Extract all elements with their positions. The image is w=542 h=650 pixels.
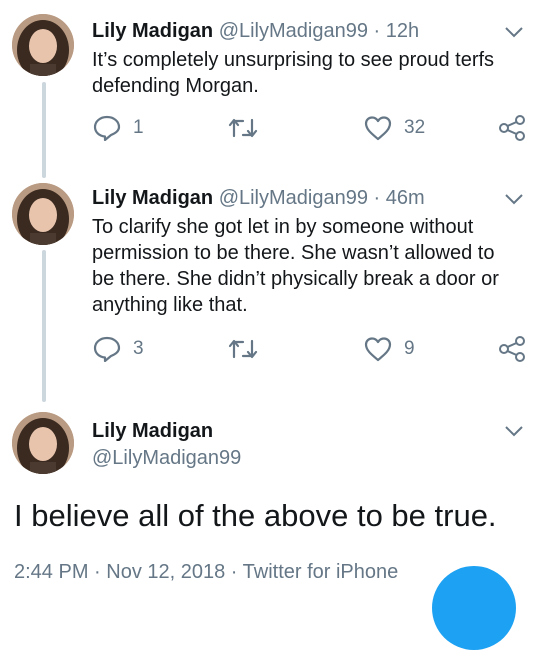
chevron-down-icon[interactable]: [504, 192, 524, 206]
chevron-down-icon[interactable]: [504, 424, 524, 438]
thread-line: [42, 82, 46, 178]
reply-count: 3: [133, 338, 144, 359]
share-button[interactable]: [498, 115, 526, 141]
retweet-button[interactable]: [228, 336, 270, 362]
like-count: 9: [404, 338, 415, 359]
timestamp[interactable]: 12h: [386, 20, 419, 42]
handle[interactable]: @LilyMadigan99: [219, 187, 368, 209]
like-count: 32: [404, 117, 426, 138]
separator: ·: [373, 20, 381, 42]
tweet-text-line: anything like that.: [92, 294, 248, 316]
handle[interactable]: @LilyMadigan99: [92, 446, 241, 470]
avatar[interactable]: [12, 14, 74, 76]
display-name[interactable]: Lily Madigan: [92, 419, 213, 443]
reply-button[interactable]: 3: [93, 336, 144, 362]
avatar[interactable]: [12, 412, 74, 474]
handle[interactable]: @LilyMadigan99: [219, 20, 368, 42]
share-button[interactable]: [498, 336, 526, 362]
timestamp[interactable]: 46m: [386, 187, 425, 209]
share-icon: [499, 336, 525, 362]
avatar[interactable]: [12, 183, 74, 245]
like-icon: [364, 337, 392, 362]
separator: ·: [373, 187, 381, 209]
like-button[interactable]: 9: [364, 336, 415, 362]
reply-count: 1: [133, 117, 144, 138]
like-icon: [364, 116, 392, 141]
thread-line: [42, 250, 46, 402]
retweet-icon: [228, 339, 258, 359]
tweet-text-line: To clarify she got let in by someone wit…: [92, 216, 474, 238]
reply-button[interactable]: 1: [93, 115, 144, 141]
tweet-header: Lily Madigan @LilyMadigan99 · 46m: [92, 186, 425, 210]
main-tweet-text: I believe all of the above to be true.: [14, 498, 497, 533]
retweet-icon: [228, 118, 258, 138]
tweet-text: To clarify she got let in by someone wit…: [92, 214, 532, 318]
reply-icon: [93, 336, 121, 362]
retweet-button[interactable]: [228, 115, 270, 141]
like-button[interactable]: 32: [364, 115, 425, 141]
share-icon: [499, 115, 525, 141]
reply-icon: [93, 115, 121, 141]
compose-fab[interactable]: [432, 566, 516, 650]
tweet-text-line: It’s completely unsurprising to see prou…: [92, 49, 495, 71]
display-name[interactable]: Lily Madigan: [92, 20, 213, 42]
tweet-text-line: defending Morgan.: [92, 75, 259, 97]
chevron-down-icon[interactable]: [504, 25, 524, 39]
tweet-text: It’s completely unsurprising to see prou…: [92, 47, 532, 99]
tweet-text-line: permission to be there. She wasn’t allow…: [92, 242, 495, 264]
tweet-text-line: be there. She didn’t physically break a …: [92, 268, 499, 290]
tweet-meta[interactable]: 2:44 PM · Nov 12, 2018 · Twitter for iPh…: [14, 560, 398, 584]
display-name[interactable]: Lily Madigan: [92, 187, 213, 209]
tweet-header: Lily Madigan @LilyMadigan99 · 12h: [92, 19, 419, 43]
